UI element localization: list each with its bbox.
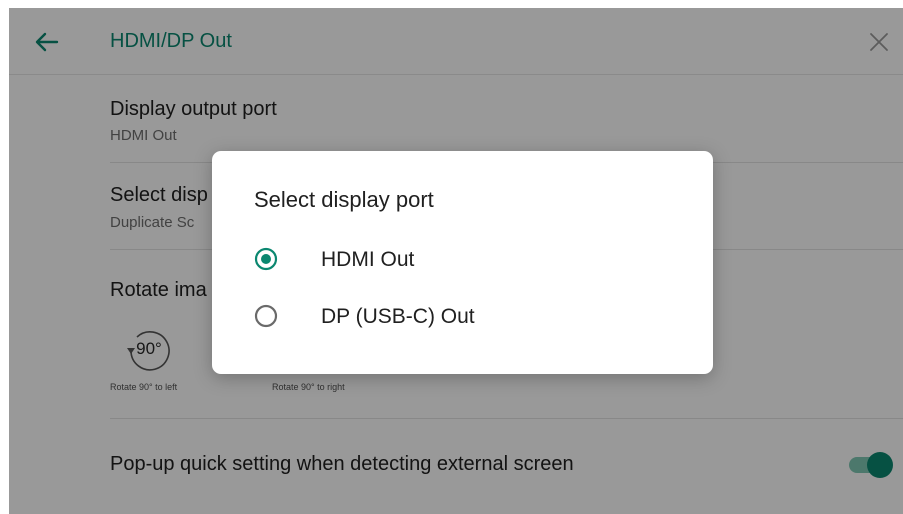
option-dp-usbc-out[interactable]: DP (USB-C) Out [244,294,684,338]
dialog-title: Select display port [254,187,434,212]
radio-unselected-icon[interactable] [254,304,278,328]
option-label: HDMI Out [321,248,415,271]
option-hdmi-out[interactable]: HDMI Out [244,237,684,281]
radio-selected-icon[interactable] [254,247,278,271]
option-label: DP (USB-C) Out [321,305,475,328]
settings-screen: HDMI/DP Out Display output port HDMI Out… [9,8,903,514]
select-port-dialog: Select display port HDMI Out DP (USB-C) … [212,151,713,374]
